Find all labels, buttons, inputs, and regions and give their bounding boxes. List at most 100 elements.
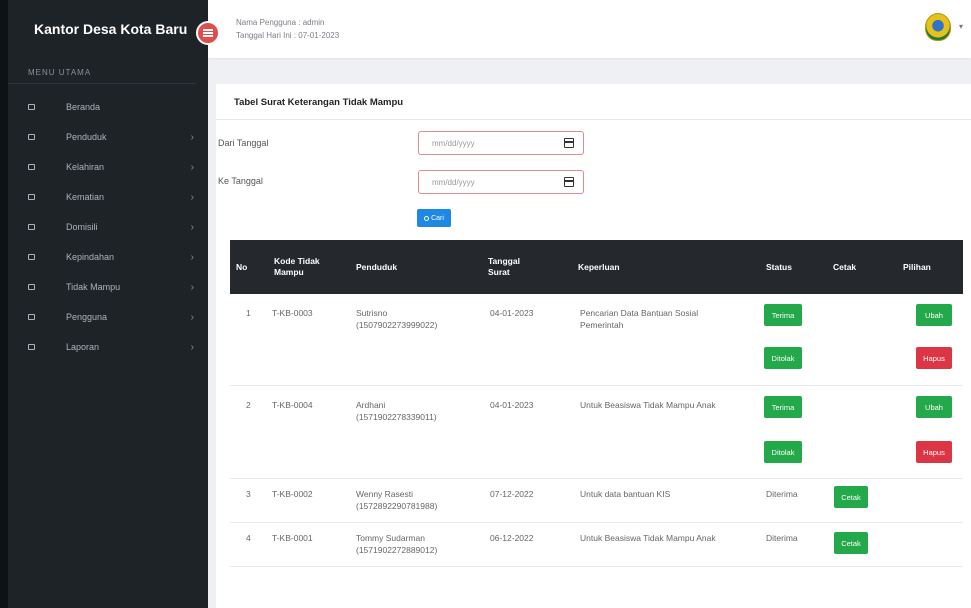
- row-no: 2: [246, 400, 251, 410]
- col-no: No: [236, 261, 248, 272]
- sidebar-menu: Beranda Penduduk › Kelahiran › Kematian › D…: [8, 84, 208, 362]
- table-row: 1 T-KB-0003 Sutrisno (1507902273999022) …: [230, 294, 963, 386]
- col-penduduk: Penduduk: [356, 261, 398, 272]
- row-kode: T-KB-0003: [272, 308, 313, 318]
- row-tanggal: 07-12-2022: [490, 489, 534, 499]
- sidebar-item-label: Laporan: [66, 342, 100, 352]
- row-nik: (1572892290781988): [356, 501, 438, 511]
- row-tanggal: 06-12-2022: [490, 533, 534, 543]
- caret-down-icon[interactable]: ▾: [959, 22, 963, 31]
- chevron-right-icon: ›: [190, 312, 194, 323]
- row-tanggal: 04-01-2023: [490, 400, 534, 410]
- menu-header: MENU UTAMA: [8, 58, 196, 84]
- sidebar-item-label: Tidak Mampu: [66, 282, 121, 292]
- list-icon: [24, 252, 38, 262]
- sidebar-item-label: Kelahiran: [66, 162, 105, 172]
- date-placeholder: mm/dd/yyyy: [432, 178, 475, 187]
- menu-icon: [203, 32, 213, 34]
- folder-icon: [24, 342, 38, 352]
- row-keperluan: Pencarian Data Bantuan Sosial Pemerintah: [580, 308, 699, 330]
- list-icon: [24, 282, 38, 292]
- from-date-input[interactable]: mm/dd/yyyy: [418, 131, 584, 155]
- date-placeholder: mm/dd/yyyy: [432, 139, 475, 148]
- document-icon: [24, 222, 38, 232]
- cetak-button[interactable]: Cetak: [834, 486, 868, 508]
- row-kode: T-KB-0004: [272, 400, 313, 410]
- village-emblem-icon[interactable]: [925, 13, 951, 41]
- hapus-button[interactable]: Hapus: [916, 441, 952, 463]
- sidebar-item-pengguna[interactable]: Pengguna ›: [8, 302, 208, 332]
- brand-title: Kantor Desa Kota Baru: [34, 21, 188, 37]
- row-nama: Ardhani: [356, 400, 386, 410]
- ditolak-button[interactable]: Ditolak: [764, 347, 802, 369]
- chevron-right-icon: ›: [190, 222, 194, 233]
- row-nik: (1571902272889012): [356, 545, 438, 555]
- sidebar-item-beranda[interactable]: Beranda: [8, 92, 208, 122]
- row-nama: Sutrisno: [356, 308, 388, 318]
- sidebar: Kantor Desa Kota Baru MENU UTAMA Beranda…: [0, 0, 220, 608]
- row-status: Diterima: [766, 489, 798, 499]
- table-row: 4 T-KB-0001 Tommy Sudarman (157190227288…: [230, 523, 963, 567]
- username-text: Nama Pengguna : admin: [236, 18, 325, 27]
- calendar-icon[interactable]: [564, 138, 574, 148]
- col-kode: Kode Tidak Mampu: [274, 256, 320, 277]
- col-pilihan: Pilihan: [903, 261, 931, 272]
- hapus-button[interactable]: Hapus: [916, 347, 952, 369]
- users-icon: [24, 312, 38, 322]
- col-status: Status: [766, 261, 792, 272]
- row-kode: T-KB-0002: [272, 489, 313, 499]
- row-tanggal: 04-01-2023: [490, 308, 534, 318]
- cetak-button[interactable]: Cetak: [834, 532, 868, 554]
- chevron-right-icon: ›: [190, 162, 194, 173]
- sidebar-item-label: Domisili: [66, 222, 98, 232]
- list-icon: [24, 162, 38, 172]
- chevron-right-icon: ›: [190, 252, 194, 263]
- to-date-label: Ke Tanggal: [218, 176, 263, 186]
- sidebar-toggle-button[interactable]: [196, 21, 220, 45]
- to-date-input[interactable]: mm/dd/yyyy: [418, 170, 584, 194]
- search-button[interactable]: Cari: [417, 209, 451, 227]
- search-button-label: Cari: [431, 214, 444, 222]
- sidebar-item-kematian[interactable]: Kematian ›: [8, 182, 208, 212]
- monitor-icon: [24, 102, 38, 112]
- ubah-button[interactable]: Ubah: [916, 396, 952, 418]
- from-date-label: Dari Tanggal: [218, 138, 269, 148]
- chevron-right-icon: ›: [190, 282, 194, 293]
- table-header: No Kode Tidak Mampu Penduduk Tanggal Sur…: [230, 240, 963, 294]
- terima-button[interactable]: Terima: [764, 304, 802, 326]
- row-nama: Tommy Sudarman: [356, 533, 425, 543]
- card-title: Tabel Surat Keterangan Tidak Mampu: [216, 84, 971, 120]
- ubah-button[interactable]: Ubah: [916, 304, 952, 326]
- brand: Kantor Desa Kota Baru: [8, 0, 220, 58]
- chevron-right-icon: ›: [190, 342, 194, 353]
- sidebar-item-label: Pengguna: [66, 312, 108, 322]
- col-cetak: Cetak: [833, 261, 857, 272]
- sidebar-item-kepindahan[interactable]: Kepindahan ›: [8, 242, 208, 272]
- row-no: 3: [246, 489, 251, 499]
- sidebar-item-tidak-mampu[interactable]: Tidak Mampu ›: [8, 272, 208, 302]
- sidebar-item-label: Penduduk: [66, 132, 107, 142]
- user-info: Nama Pengguna : admin Tanggal Hari Ini :…: [236, 16, 339, 42]
- table-row: 3 T-KB-0002 Wenny Rasesti (1572892290781…: [230, 479, 963, 523]
- row-no: 1: [246, 308, 251, 318]
- row-nik: (1507902273999022): [356, 320, 438, 330]
- row-keperluan: Untuk Beasiswa Tidak Mampu Anak: [580, 533, 716, 543]
- row-status: Diterima: [766, 533, 798, 543]
- row-keperluan: Untuk data bantuan KIS: [580, 489, 671, 499]
- sidebar-item-domisili[interactable]: Domisili ›: [8, 212, 208, 242]
- chevron-right-icon: ›: [190, 132, 194, 143]
- calendar-icon[interactable]: [564, 177, 574, 187]
- search-icon: [424, 215, 430, 221]
- row-no: 4: [246, 533, 251, 543]
- row-kode: T-KB-0001: [272, 533, 313, 543]
- sidebar-item-penduduk[interactable]: Penduduk ›: [8, 122, 208, 152]
- date-text: Tanggal Hari Ini : 07-01-2023: [236, 31, 340, 40]
- terima-button[interactable]: Terima: [764, 396, 802, 418]
- main-card: Tabel Surat Keterangan Tidak Mampu Dari …: [216, 84, 971, 608]
- sidebar-item-laporan[interactable]: Laporan ›: [8, 332, 208, 362]
- topbar: Nama Pengguna : admin Tanggal Hari Ini :…: [208, 0, 971, 58]
- ditolak-button[interactable]: Ditolak: [764, 441, 802, 463]
- sidebar-item-label: Kepindahan: [66, 252, 115, 262]
- sidebar-item-kelahiran[interactable]: Kelahiran ›: [8, 152, 208, 182]
- row-keperluan: Untuk Beasiswa Tidak Mampu Anak: [580, 400, 716, 410]
